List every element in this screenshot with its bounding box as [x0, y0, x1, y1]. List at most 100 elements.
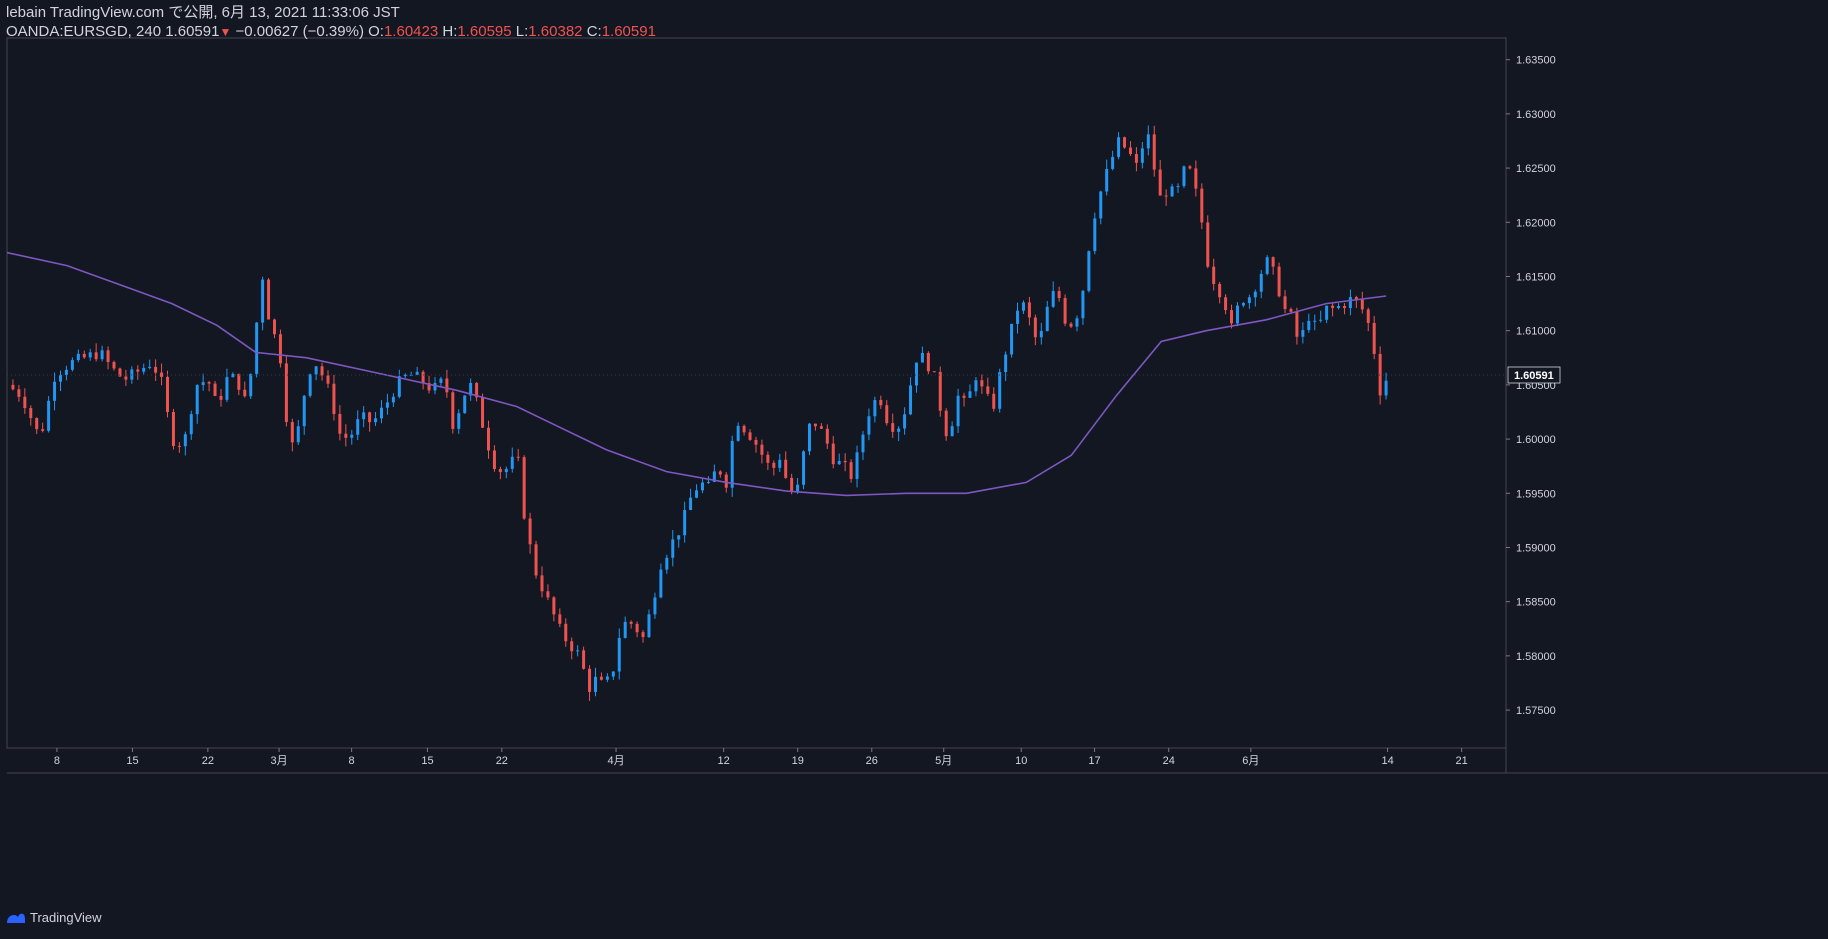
- y-tick-label: 1.58500: [1516, 597, 1556, 609]
- candle-body: [825, 428, 829, 444]
- candle-body: [897, 428, 901, 432]
- close-value: 1.60591: [601, 23, 656, 40]
- candle-body: [1010, 323, 1014, 355]
- candle-body: [82, 353, 86, 358]
- candle-body: [457, 413, 461, 429]
- candle-body: [267, 279, 271, 320]
- candle-body: [683, 510, 687, 536]
- candle-body: [433, 382, 437, 391]
- y-tick-label: 1.61000: [1516, 326, 1556, 338]
- candle-body: [415, 371, 419, 375]
- brand-label[interactable]: TradingView: [30, 910, 102, 925]
- candle-body: [278, 334, 282, 364]
- moving-average-line: [6, 251, 1387, 497]
- x-tick-label: 21: [1456, 755, 1468, 767]
- candle-body: [1063, 297, 1067, 324]
- candle-body: [284, 363, 288, 423]
- candle-body: [695, 490, 699, 498]
- candle-body: [231, 373, 235, 378]
- x-tick-label: 8: [349, 755, 355, 767]
- candle-body: [938, 372, 942, 411]
- candle-body: [909, 385, 913, 415]
- open-label: O:: [368, 23, 384, 40]
- x-tick-label: 19: [792, 755, 804, 767]
- candle-body: [1105, 168, 1109, 192]
- candle-body: [1313, 320, 1317, 322]
- candle-body: [528, 518, 532, 545]
- candle-body: [736, 425, 740, 441]
- candle-body: [1384, 380, 1388, 396]
- plot-border: [6, 37, 1507, 749]
- candle-body: [1146, 134, 1150, 149]
- candle-body: [599, 676, 603, 680]
- candle-body: [1033, 317, 1037, 338]
- published-line: lebain TradingView.com で公開, 6月 13, 2021 …: [6, 4, 400, 21]
- candle-body: [1194, 168, 1198, 189]
- candle-body: [1123, 137, 1127, 148]
- candle-body: [813, 423, 817, 427]
- y-tick-label: 1.63000: [1516, 109, 1556, 121]
- y-tick-label: 1.61500: [1516, 271, 1556, 283]
- candle-body: [47, 400, 51, 431]
- candle-body: [647, 614, 651, 638]
- x-tick-label: 6月: [1242, 755, 1259, 767]
- high-value: 1.60595: [457, 23, 512, 40]
- candle-body: [968, 391, 972, 398]
- candle-body: [1158, 169, 1162, 196]
- candle-body: [1045, 306, 1049, 332]
- candle-body: [593, 676, 597, 692]
- candle-body: [950, 426, 954, 437]
- x-tick-label: 3月: [271, 755, 288, 767]
- candle-body: [1283, 296, 1287, 310]
- x-tick-label: 4月: [607, 755, 624, 767]
- candle-body: [1331, 305, 1335, 308]
- candle-body: [1140, 148, 1144, 163]
- candle-body: [1051, 291, 1055, 307]
- candle-body: [724, 474, 728, 488]
- candle-body: [659, 569, 663, 598]
- candle-body: [1087, 251, 1091, 291]
- candle-body: [463, 395, 467, 414]
- candle-body: [998, 372, 1002, 409]
- candle-body: [142, 367, 146, 372]
- candle-body: [201, 382, 205, 386]
- candle-body: [368, 412, 372, 423]
- candle-body: [588, 668, 592, 692]
- candle-body: [980, 380, 984, 387]
- candle-body: [766, 454, 770, 463]
- candle-body: [385, 402, 389, 408]
- symbol-label: OANDA:EURSGD, 240: [6, 23, 162, 40]
- candle-body: [843, 461, 847, 463]
- candle-body: [1253, 291, 1257, 298]
- candle-body: [796, 484, 800, 493]
- x-tick-label: 17: [1088, 755, 1100, 767]
- low-label: L:: [515, 23, 529, 40]
- candle-body: [403, 374, 407, 377]
- candle-body: [546, 591, 550, 598]
- candle-body: [213, 383, 217, 396]
- candle-body: [653, 597, 657, 615]
- candle-body: [873, 400, 877, 417]
- candle-body: [29, 408, 33, 419]
- candle-body: [510, 456, 514, 469]
- candle-body: [53, 381, 57, 401]
- candle-body: [1319, 319, 1323, 321]
- y-tick-label: 1.62500: [1516, 163, 1556, 175]
- candle-body: [1224, 297, 1228, 311]
- candle-body: [451, 392, 455, 429]
- candle-body: [296, 426, 300, 443]
- candle-body: [94, 352, 98, 360]
- chart-canvas[interactable]: 1.63500 1.63000 1.62500 1.62000 1.61500 1.610…: [0, 0, 1828, 939]
- x-tick-label: 5月: [935, 755, 952, 767]
- candle-body: [564, 623, 568, 642]
- candle-body: [17, 389, 21, 397]
- candle-body: [183, 434, 187, 447]
- candle-body: [516, 456, 520, 458]
- candle-body: [748, 432, 752, 440]
- candle-body: [219, 395, 223, 400]
- candle-body: [1235, 305, 1239, 324]
- candle-body: [1069, 323, 1073, 327]
- candle-body: [944, 410, 948, 437]
- candle-body: [356, 419, 360, 435]
- candle-body: [837, 461, 841, 465]
